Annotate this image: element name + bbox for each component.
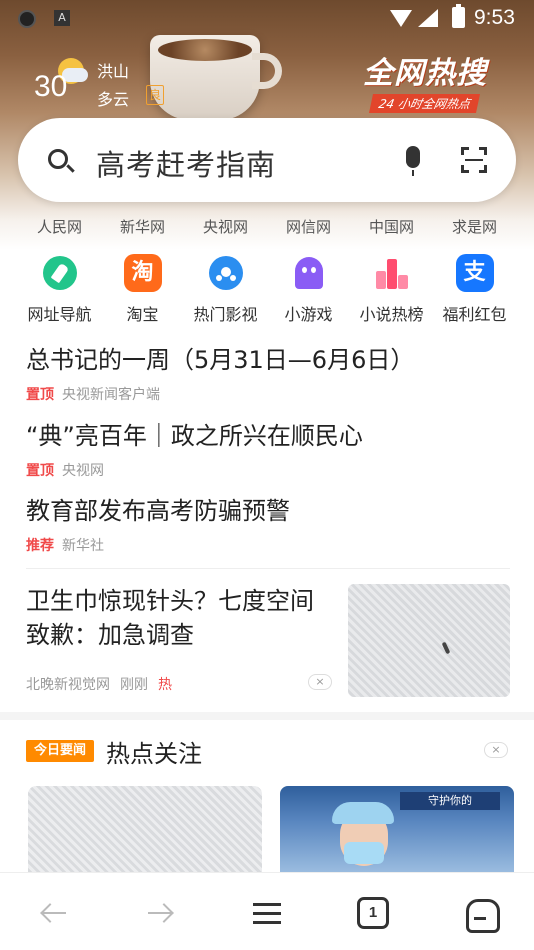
- quick-link[interactable]: 新华网: [101, 216, 184, 240]
- news-tag: 推荐: [26, 538, 54, 554]
- hot-search-title: 全网热搜: [363, 56, 487, 91]
- app-label: 福利红包: [442, 305, 507, 324]
- compass-icon: [40, 254, 79, 292]
- search-icon: [48, 149, 68, 169]
- dismiss-button[interactable]: ×: [484, 742, 508, 758]
- card-banner-text: 守护你的: [400, 792, 500, 810]
- quick-link[interactable]: 网信网: [267, 216, 350, 240]
- app-label: 网址导航: [27, 305, 92, 324]
- weather-temperature: 30: [34, 70, 68, 103]
- app-label: 小游戏: [284, 305, 333, 324]
- news-item[interactable]: “典”亮百年｜政之所兴在顺民心 置顶 央视网: [26, 420, 510, 480]
- news-tag: 置顶: [26, 387, 54, 403]
- section-title: 热点关注: [106, 740, 202, 768]
- weather-condition: 多云: [97, 90, 130, 109]
- notification-icon: [18, 10, 36, 28]
- app-shortcut-games[interactable]: 小游戏: [267, 254, 350, 325]
- status-time: 9:53: [474, 6, 515, 29]
- news-item[interactable]: 总书记的一周（5月31日—6月6日） 置顶 央视新闻客户端: [26, 344, 510, 404]
- ranking-icon: [373, 254, 411, 292]
- news-item[interactable]: 教育部发布高考防骗预警 推荐 新华社: [26, 495, 510, 555]
- status-bar: A 9:53: [0, 0, 534, 36]
- search-bar[interactable]: 高考赶考指南: [18, 118, 516, 202]
- taobao-icon: 淘: [123, 254, 162, 292]
- app-shortcut-novels[interactable]: 小说热榜: [350, 254, 433, 325]
- today-news-badge: 今日要闻: [26, 740, 94, 762]
- wifi-icon: [390, 10, 412, 27]
- quick-link[interactable]: 求是网: [433, 216, 516, 240]
- news-title: “典”亮百年｜政之所兴在顺民心: [26, 422, 363, 450]
- tabs-counter-button[interactable]: 1: [357, 897, 389, 929]
- menu-icon[interactable]: [251, 897, 283, 929]
- app-notification-icon: A: [54, 10, 70, 26]
- news-thumbnail: [348, 584, 510, 697]
- dismiss-button[interactable]: ×: [308, 674, 332, 690]
- news-time: 刚刚: [120, 677, 148, 693]
- app-shortcut-welfare[interactable]: 支 福利红包: [433, 254, 516, 325]
- quick-links: 人民网 新华网 央视网 网信网 中国网 求是网: [18, 216, 516, 240]
- battery-icon: [452, 4, 465, 28]
- bottom-navigation: 1: [0, 872, 534, 950]
- app-shortcut-taobao[interactable]: 淘 淘宝: [101, 254, 184, 325]
- scan-icon[interactable]: [461, 147, 487, 173]
- coffee-cup-illustration: [150, 35, 282, 120]
- app-shortcut-video[interactable]: 热门影视: [184, 254, 267, 325]
- news-title: 卫生巾惊现针头？七度空间致歉：加急调查: [26, 587, 314, 649]
- app-shortcut-nav[interactable]: 网址导航: [18, 254, 101, 325]
- news-source: 新华社: [62, 538, 104, 554]
- app-label: 热门影视: [193, 305, 258, 324]
- quick-link[interactable]: 人民网: [18, 216, 101, 240]
- news-title: 总书记的一周（5月31日—6月6日）: [26, 346, 415, 374]
- home-icon[interactable]: [464, 897, 500, 933]
- quick-link[interactable]: 央视网: [184, 216, 267, 240]
- signal-icon: [418, 9, 438, 27]
- hot-topic-card[interactable]: [28, 786, 262, 876]
- news-tag: 置顶: [26, 463, 54, 479]
- hot-badge: 热: [158, 677, 172, 693]
- hot-topic-card[interactable]: 守护你的: [280, 786, 514, 876]
- forward-arrow-icon[interactable]: [144, 897, 176, 929]
- image-news-item[interactable]: 卫生巾惊现针头？七度空间致歉：加急调查 北晚新视觉网 刚刚热 ×: [26, 584, 510, 698]
- film-reel-icon: [207, 254, 245, 292]
- app-label: 小说热榜: [359, 305, 424, 324]
- news-source: 央视网: [62, 463, 104, 479]
- news-source: 北晚新视觉网: [26, 677, 110, 693]
- search-input[interactable]: 高考赶考指南: [96, 142, 276, 184]
- app-label: 淘宝: [126, 305, 159, 324]
- hot-search-banner[interactable]: 全网热搜 24 小时全网热点: [350, 48, 500, 113]
- divider: [26, 568, 510, 569]
- back-arrow-icon[interactable]: [38, 897, 70, 929]
- microphone-icon[interactable]: [406, 146, 420, 176]
- news-source: 央视新闻客户端: [62, 387, 160, 403]
- weather-city: 洪山: [97, 62, 130, 81]
- news-title: 教育部发布高考防骗预警: [26, 497, 290, 525]
- quick-link[interactable]: 中国网: [350, 216, 433, 240]
- ghost-game-icon: [290, 254, 328, 292]
- section-separator: [0, 712, 534, 720]
- app-shortcuts: 网址导航 淘 淘宝 热门影视 小游戏 小说热榜 支 福利红包: [18, 254, 516, 325]
- air-quality-badge: 良: [146, 85, 164, 105]
- hot-search-subtitle: 24 小时全网热点: [369, 94, 481, 113]
- alipay-icon: 支: [455, 254, 494, 292]
